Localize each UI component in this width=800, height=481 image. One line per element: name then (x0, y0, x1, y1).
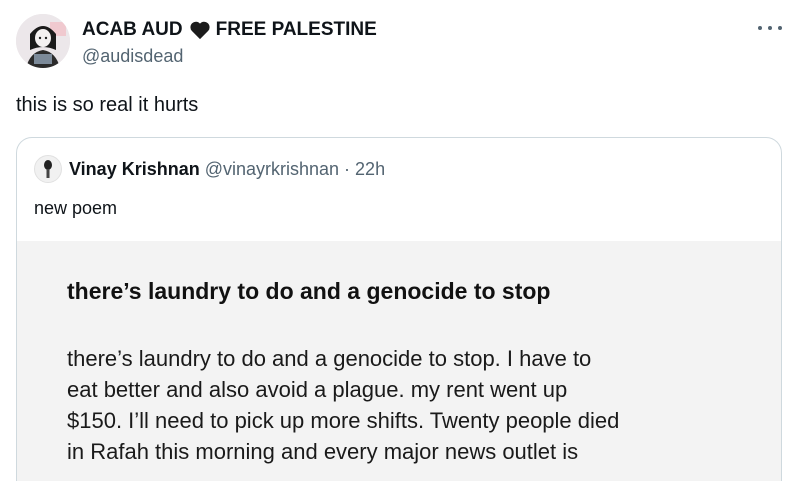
avatar[interactable] (16, 14, 70, 68)
display-name-right: FREE PALESTINE (215, 19, 377, 40)
tweet-header: ACAB AUD FREE PALESTINE @audisdead (16, 14, 784, 70)
poem-body: there’s laundry to do and a genocide to … (67, 343, 747, 467)
quoted-avatar[interactable] (34, 155, 62, 183)
poem-title: there’s laundry to do and a genocide to … (67, 278, 551, 304)
quoted-tweet-text: new poem (34, 198, 118, 218)
quoted-tweet[interactable]: Vinay Krishnan @vinayrkrishnan · 22h new… (16, 137, 782, 481)
display-name[interactable]: ACAB AUD FREE PALESTINE (82, 18, 377, 42)
poem-line: in Rafah this morning and every major ne… (67, 439, 579, 464)
tweet-text: this is so real it hurts (16, 94, 199, 116)
quoted-tweet-header: Vinay Krishnan @vinayrkrishnan · 22h (34, 155, 385, 183)
user-handle[interactable]: @audisdead (82, 44, 377, 68)
black-heart-icon (189, 20, 211, 40)
quoted-author-handle[interactable]: @vinayrkrishnan (205, 159, 339, 180)
poem-line: $150. I’ll need to pick up more shifts. … (67, 408, 620, 433)
quoted-avatar-image (44, 160, 52, 178)
more-options-icon[interactable] (758, 20, 782, 36)
separator-dot: · (344, 158, 351, 179)
avatar-image (16, 14, 70, 68)
poem-line: eat better and also avoid a plague. my r… (67, 377, 568, 402)
quoted-author-name[interactable]: Vinay Krishnan (69, 159, 200, 180)
quoted-timestamp[interactable]: 22h (355, 159, 385, 180)
poem-image[interactable]: there’s laundry to do and a genocide to … (17, 241, 781, 481)
poem-line: there’s laundry to do and a genocide to … (67, 346, 592, 371)
display-name-left: ACAB AUD (82, 19, 183, 40)
